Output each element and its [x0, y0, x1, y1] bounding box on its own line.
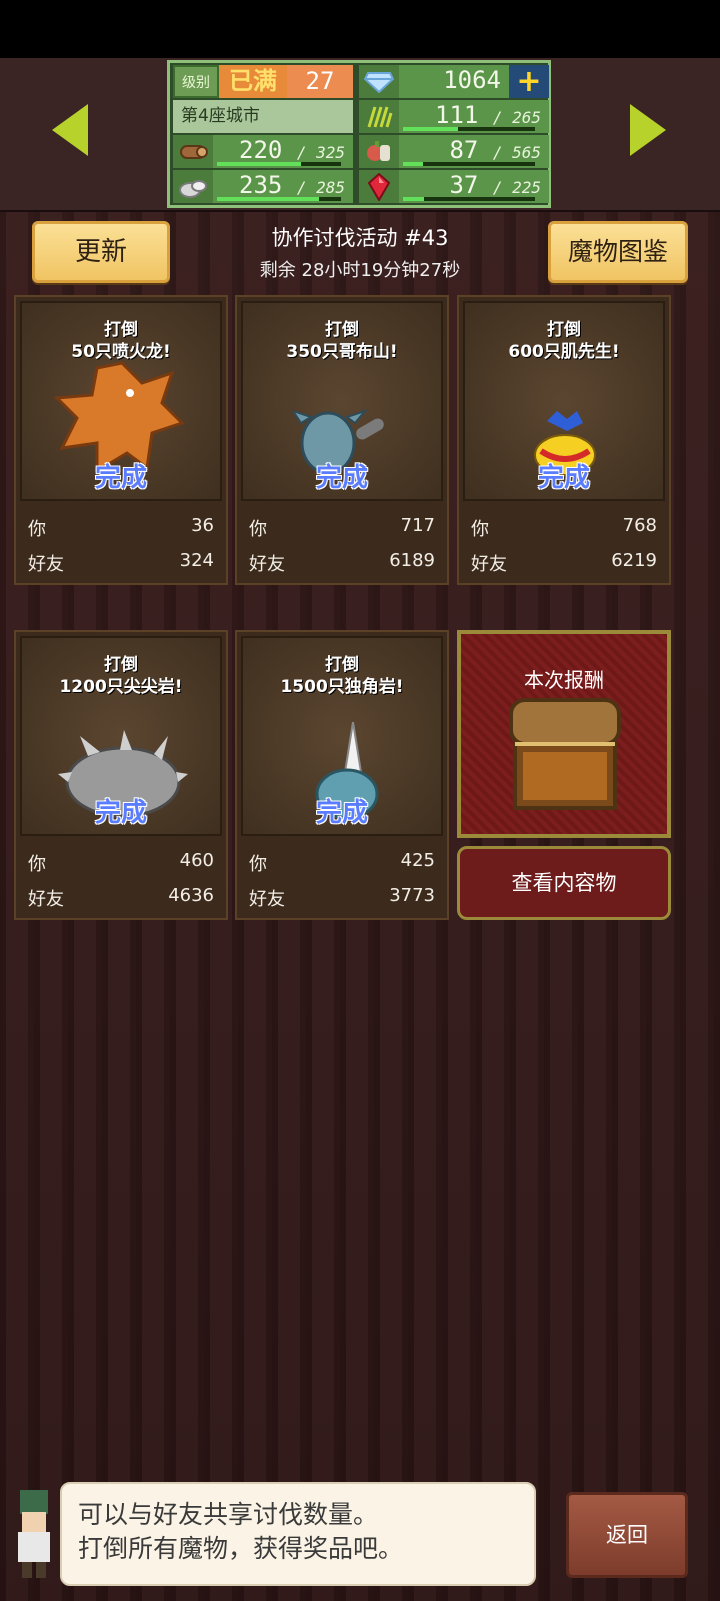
friends-count: 6219: [611, 550, 657, 571]
event-timer: 剩余 28小时19分钟27秒: [259, 260, 461, 281]
footer: 可以与好友共享讨伐数量。 打倒所有魔物，获得奖品吧。 返回: [0, 1470, 720, 1601]
quest-verb: 打倒: [325, 320, 359, 340]
status-bar: [0, 0, 720, 58]
you-count: 460: [179, 850, 214, 871]
grass-cap: 265: [512, 108, 541, 127]
event-title: 协作讨伐活动 #43: [271, 226, 449, 250]
quest-verb: 打倒: [104, 655, 138, 675]
you-label: 你: [28, 519, 46, 540]
reward-panel: 本次报酬 查看内容物: [457, 630, 671, 920]
you-label: 你: [471, 519, 489, 540]
hero-avatar-icon: [18, 1490, 50, 1578]
quest-card-dragon[interactable]: 打倒 50只喷火龙! 完成 你 36 好友 324: [14, 295, 228, 585]
friends-count: 3773: [389, 885, 435, 906]
food-value: 87: [449, 136, 479, 164]
quest-verb: 打倒: [325, 655, 359, 675]
friends-label: 好友: [28, 554, 64, 575]
level-value: 27: [287, 65, 353, 98]
complete-label: 完成: [315, 463, 368, 493]
hint-line-2: 打倒所有魔物，获得奖品吧。: [78, 1534, 404, 1563]
grass-icon: [359, 100, 399, 133]
next-city-arrow-icon[interactable]: [630, 104, 666, 156]
quest-verb: 打倒: [104, 320, 138, 340]
quest-target: 50只喷火龙!: [71, 342, 171, 362]
ruby-cap: 225: [512, 178, 541, 197]
you-count: 425: [400, 850, 435, 871]
wood-progress-bar: [217, 162, 341, 166]
grass-value: 111: [435, 101, 479, 129]
friends-count: 324: [179, 550, 214, 571]
bestiary-button[interactable]: 魔物图鉴: [548, 221, 688, 283]
friends-count: 6189: [389, 550, 435, 571]
quest-verb: 打倒: [547, 320, 581, 340]
back-button[interactable]: 返回: [566, 1492, 688, 1578]
quest-card-spiky-rock[interactable]: 打倒 1200只尖尖岩! 完成 你 460 好友 4636: [14, 630, 228, 920]
complete-label: 完成: [537, 463, 590, 493]
complete-label: 完成: [94, 798, 147, 828]
quest-target: 600只肌先生!: [508, 342, 620, 362]
refresh-button[interactable]: 更新: [32, 221, 170, 283]
quest-card-muscle[interactable]: 打倒 600只肌先生! 完成 你 768 好友 6219: [457, 295, 671, 585]
food-icon: [359, 135, 399, 168]
friends-label: 好友: [471, 554, 507, 575]
you-count: 768: [622, 515, 657, 536]
friends-label: 好友: [28, 889, 64, 910]
diamond-icon: [359, 65, 399, 98]
hint-line-1: 可以与好友共享讨伐数量。: [78, 1500, 379, 1529]
complete-label: 完成: [94, 463, 147, 493]
quest-target: 1200只尖尖岩!: [59, 677, 183, 697]
ruby-progress-bar: [403, 197, 535, 201]
friends-label: 好友: [249, 554, 285, 575]
quest-target: 1500只独角岩!: [280, 677, 404, 697]
you-count: 717: [400, 515, 435, 536]
resource-panel: 级别 已满 27 1064 + 第4座城市 111 / 265 220 / 32…: [167, 60, 551, 208]
reward-box: 本次报酬: [457, 630, 671, 838]
friends-label: 好友: [249, 889, 285, 910]
you-label: 你: [249, 854, 267, 875]
stone-icon: [173, 170, 213, 203]
ruby-value: 37: [449, 171, 479, 199]
stone-cap: 285: [316, 178, 345, 197]
treasure-chest-icon: [509, 698, 621, 810]
prev-city-arrow-icon[interactable]: [52, 104, 88, 156]
you-count: 36: [191, 515, 214, 536]
city-name: 第4座城市: [173, 100, 353, 133]
grass-progress-bar: [403, 127, 535, 131]
stone-value: 235: [239, 171, 283, 199]
level-label: 级别: [173, 65, 219, 98]
reward-title: 本次报酬: [524, 668, 604, 692]
stone-progress-bar: [217, 197, 341, 201]
friends-count: 4636: [168, 885, 214, 906]
wood-value: 220: [239, 136, 283, 164]
wood-icon: [173, 135, 213, 168]
quest-card-unicorn-rock[interactable]: 打倒 1500只独角岩! 完成 你 425 好友 3773: [235, 630, 449, 920]
view-contents-button[interactable]: 查看内容物: [457, 846, 671, 920]
food-progress-bar: [403, 162, 535, 166]
quest-target: 350只哥布山!: [286, 342, 398, 362]
you-label: 你: [28, 854, 46, 875]
gem-count: 1064: [399, 65, 509, 98]
ruby-icon: [359, 170, 399, 203]
wood-cap: 325: [316, 143, 345, 162]
food-cap: 565: [512, 143, 541, 162]
complete-label: 完成: [315, 798, 368, 828]
level-max-badge: 已满: [219, 65, 287, 98]
you-label: 你: [249, 519, 267, 540]
add-gems-button[interactable]: +: [509, 65, 549, 98]
hint-bubble: 可以与好友共享讨伐数量。 打倒所有魔物，获得奖品吧。: [60, 1482, 536, 1586]
quest-card-goblin[interactable]: 打倒 350只哥布山! 完成 你 717 好友 6189: [235, 295, 449, 585]
